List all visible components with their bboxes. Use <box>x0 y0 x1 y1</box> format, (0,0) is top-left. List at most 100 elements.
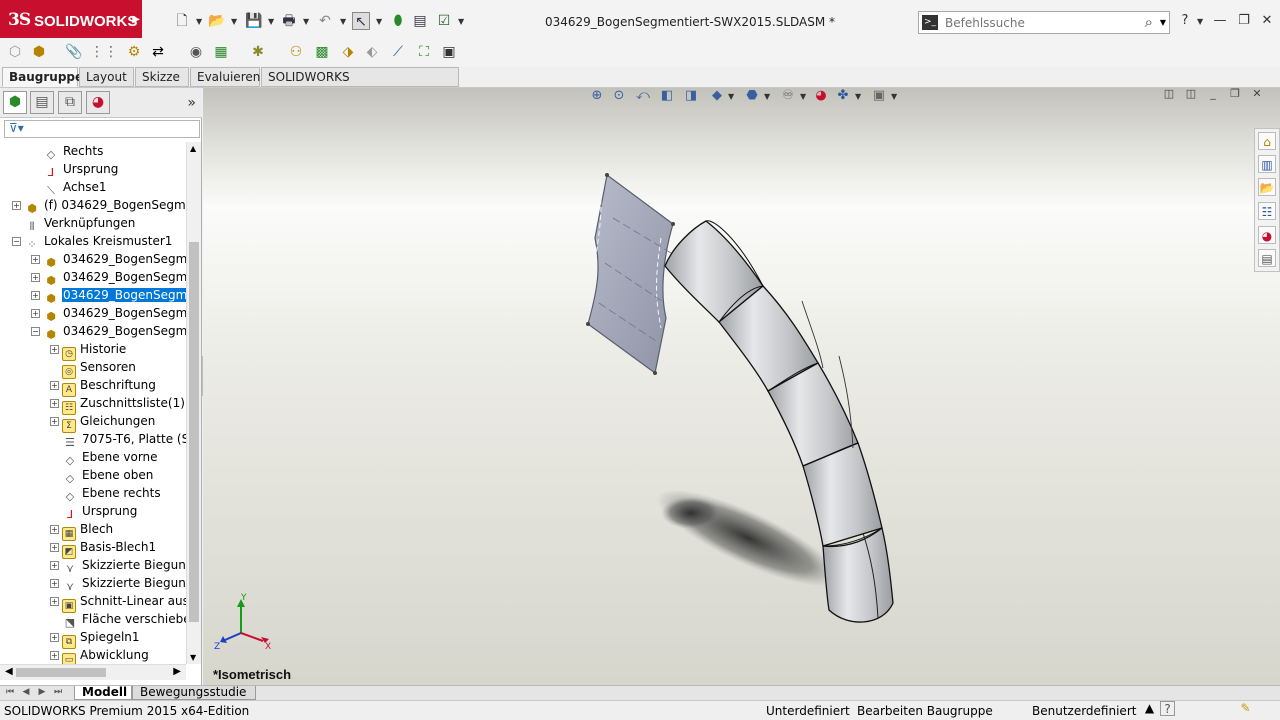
command-search-input[interactable] <box>945 14 1145 31</box>
design-library-icon[interactable]: ▥ <box>1258 155 1276 173</box>
view-palette-icon[interactable]: ☷ <box>1258 202 1276 220</box>
tree-node[interactable]: − ⁘ Lokales Kreismuster1 <box>12 232 173 251</box>
expand-node-icon[interactable]: + <box>50 633 59 642</box>
file-properties-icon[interactable]: ▤ <box>411 12 429 30</box>
tab-baugruppe[interactable]: Baugruppe <box>2 67 83 87</box>
linear-pattern-icon[interactable]: ⋮⋮ <box>90 42 118 62</box>
expand-node-icon[interactable]: + <box>50 345 59 354</box>
reference-triad[interactable]: Y X Z <box>213 593 273 653</box>
interference-detection-icon[interactable]: ⟋ <box>388 42 408 62</box>
tree-node[interactable]: + ▦ Blech <box>50 520 114 541</box>
tree-node[interactable]: + A Beschriftung <box>50 376 157 397</box>
scroll-up-icon[interactable]: ▲ <box>190 144 196 153</box>
command-search-box[interactable]: >_ ⌕ ▼ <box>918 11 1170 34</box>
open-dropdown-icon[interactable]: ▼ <box>231 17 237 26</box>
new-dropdown-icon[interactable]: ▼ <box>196 17 202 26</box>
horizontal-scroll-thumb[interactable] <box>16 668 106 677</box>
expand-node-icon[interactable]: + <box>50 525 59 534</box>
tab-modell[interactable]: Modell <box>74 686 132 700</box>
help-dropdown-icon[interactable]: ▼ <box>1197 17 1203 26</box>
mate-icon[interactable]: 📎 <box>64 42 84 62</box>
explode-line-sketch-icon[interactable]: ⬖ <box>362 42 382 62</box>
tree-node[interactable]: + ◷ Historie <box>50 340 127 361</box>
next-tab-icon[interactable]: ▶ <box>36 687 48 697</box>
expand-node-icon[interactable]: + <box>12 201 21 210</box>
save-dropdown-icon[interactable]: ▼ <box>268 17 274 26</box>
search-dropdown-icon[interactable]: ▼ <box>1160 18 1166 27</box>
expand-panel-icon[interactable]: » <box>187 95 196 111</box>
open-folder-icon[interactable]: 📂 <box>208 12 226 30</box>
scroll-thumb[interactable] <box>189 242 199 622</box>
rebuild-traffic-light-icon[interactable]: ⬮ <box>389 12 407 30</box>
smart-fasteners-icon[interactable]: ⚙ <box>124 42 144 62</box>
reference-geometry-icon[interactable]: ✱ <box>248 42 268 62</box>
tree-node[interactable]: ◇ Ebene oben <box>62 466 154 485</box>
print-dropdown-icon[interactable]: ▼ <box>303 17 309 26</box>
expand-node-icon[interactable]: + <box>50 417 59 426</box>
tree-node[interactable]: +⬢034629_BogenSegmenti <box>31 250 186 269</box>
quick-tips-icon[interactable]: ? <box>1160 701 1175 716</box>
tab-evaluieren[interactable]: Evaluieren <box>190 67 260 87</box>
tab-skizze[interactable]: Skizze <box>135 67 189 87</box>
select-dropdown-icon[interactable]: ▼ <box>376 17 382 26</box>
status-units[interactable]: Benutzerdefiniert <box>1032 701 1136 720</box>
expand-node-icon[interactable]: + <box>50 543 59 552</box>
new-motion-study-icon[interactable]: ⚇ <box>286 42 306 62</box>
show-hidden-icon[interactable]: ◉ <box>186 42 206 62</box>
expand-node-icon[interactable]: + <box>50 381 59 390</box>
expand-node-icon[interactable]: + <box>50 579 59 588</box>
collapse-node-icon[interactable]: − <box>12 237 21 246</box>
tree-node[interactable]: +⬢034629_BogenSegmenti <box>31 286 186 305</box>
expand-node-icon[interactable]: + <box>50 651 59 660</box>
custom-properties-icon[interactable]: ▤ <box>1258 249 1276 267</box>
tree-node[interactable]: ◇ Ebene rechts <box>62 484 162 503</box>
minimize-window-icon[interactable]: — <box>1211 12 1229 30</box>
clearance-verification-icon[interactable]: ⛶ <box>414 42 434 62</box>
property-manager-tab-icon[interactable]: ▤ <box>30 91 54 114</box>
tree-node[interactable]: ⫴ Verknüpfungen <box>24 214 136 233</box>
undo-icon[interactable]: ↶ <box>316 12 334 30</box>
scroll-down-icon[interactable]: ▼ <box>190 653 196 662</box>
filter-icon[interactable]: ⊽▾ <box>9 121 24 135</box>
tree-node[interactable]: + ⧉ Spiegeln1 <box>50 628 141 649</box>
move-component-icon[interactable]: ⇄ <box>148 42 168 62</box>
solidworks-resources-icon[interactable]: ⌂ <box>1258 132 1276 150</box>
graphics-area[interactable]: ⊕ ⊙ ⤺ ◧ ◨ ◆ ▼ ⬣ ▼ ♾ ▼ ◕ ✤ ▼ ▣ ▼ ◫ ◫ _ ❐ … <box>203 88 1280 685</box>
collapse-node-icon[interactable]: − <box>31 327 40 336</box>
tree-node[interactable]: +⬢(f) 034629_BogenSegmentie <box>12 196 186 215</box>
help-icon[interactable]: ? <box>1176 12 1194 30</box>
tree-node[interactable]: + Σ Gleichungen <box>50 412 156 433</box>
search-icon[interactable]: ⌕ <box>1145 13 1153 31</box>
tab-layout[interactable]: Layout <box>79 67 134 87</box>
display-manager-tab-icon[interactable]: ◕ <box>86 91 110 114</box>
tree-node[interactable]: ⬔Fläche verschieben1 <box>62 610 186 629</box>
tree-node[interactable]: +⋎Skizzierte Biegung4 <box>50 574 186 593</box>
undo-dropdown-icon[interactable]: ▼ <box>340 17 346 26</box>
tree-horizontal-scrollbar[interactable]: ◀ ▶ <box>0 664 186 680</box>
select-cursor-icon[interactable]: ↖ <box>352 12 370 30</box>
tree-node[interactable]: + ◩ Basis-Blech1 <box>50 538 157 559</box>
restore-window-icon[interactable]: ❐ <box>1235 12 1253 30</box>
tree-node[interactable]: + ☷ Zuschnittsliste(1) <box>50 394 186 415</box>
prev-tab-icon[interactable]: ◀ <box>20 687 32 697</box>
exploded-view-icon[interactable]: ⬗ <box>338 42 358 62</box>
tree-filter[interactable]: ⊽▾ <box>4 120 200 138</box>
feature-manager-tab-icon[interactable]: ⬢ <box>3 91 27 114</box>
tree-node[interactable]: ◇ Ebene vorne <box>62 448 159 467</box>
assembly-features-icon[interactable]: ▦ <box>211 42 231 62</box>
configuration-manager-tab-icon[interactable]: ⧉ <box>58 91 82 114</box>
insert-component-icon[interactable]: ⬢ <box>29 42 49 62</box>
rebuild-status-icon[interactable]: ✎ <box>1238 701 1253 716</box>
file-explorer-icon[interactable]: 📂 <box>1258 178 1276 196</box>
expand-node-icon[interactable]: + <box>31 273 40 282</box>
expand-node-icon[interactable]: + <box>50 399 59 408</box>
tree-node[interactable]: −⬢ 034629_BogenSegmenti <box>31 322 186 341</box>
tree-node[interactable]: +⋎Skizzierte Biegung3 <box>50 556 186 575</box>
options-dropdown-icon[interactable]: ▼ <box>458 17 464 26</box>
tree-node[interactable]: ☰7075-T6, Platte (SS) <box>62 430 186 449</box>
tree-node[interactable]: ⅃ Ursprung <box>43 160 119 179</box>
tree-node[interactable]: +▣Schnitt-Linear austra <box>50 592 186 613</box>
tree-node[interactable]: + ▭ Abwicklung <box>50 646 150 664</box>
tab-bewegungsstudie[interactable]: Bewegungsstudie 1 <box>132 686 256 712</box>
last-tab-icon[interactable]: ⏭ <box>52 687 64 697</box>
